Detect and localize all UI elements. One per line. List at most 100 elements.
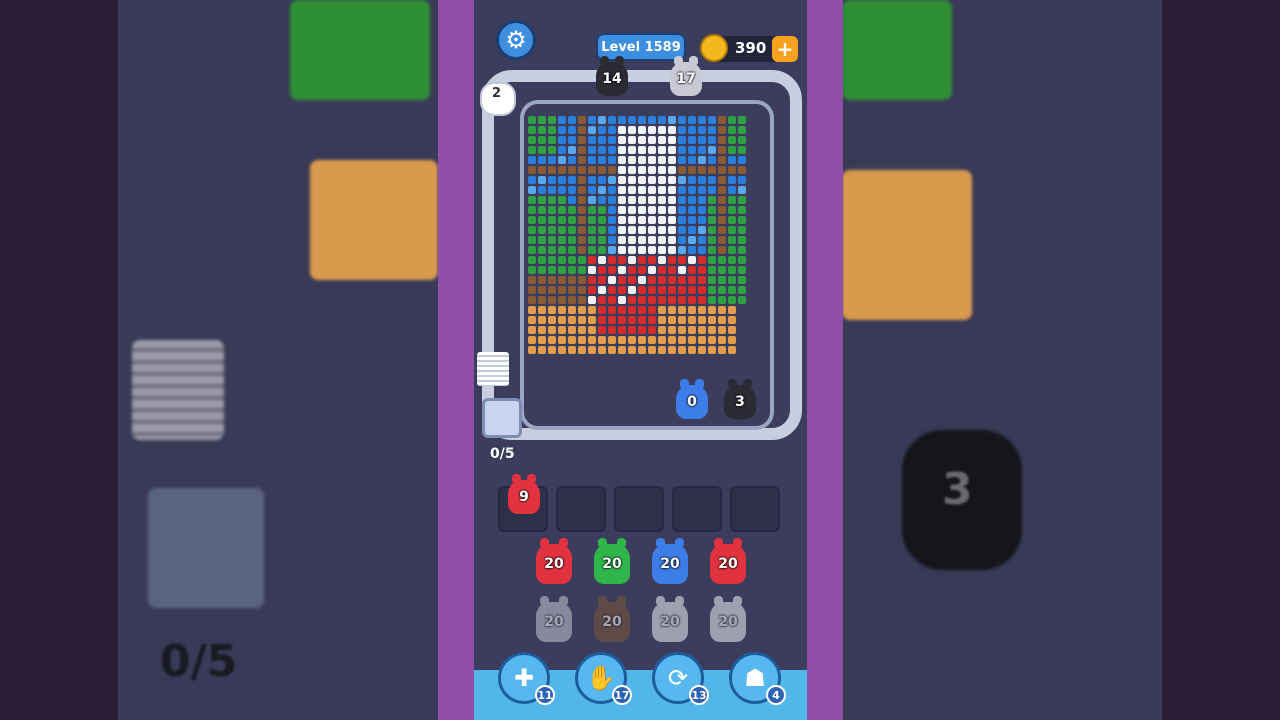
pixel-cell — [568, 286, 576, 294]
creature-count: 9 — [519, 489, 529, 505]
pixel-cell — [698, 186, 706, 194]
pixel-cell — [588, 176, 596, 184]
gear-icon: ⚙ — [505, 26, 527, 54]
pixel-cell — [678, 236, 686, 244]
pixel-cell — [538, 296, 546, 304]
pixel-cell — [548, 296, 556, 304]
pixel-cell — [628, 166, 636, 174]
holding-slot[interactable] — [614, 486, 664, 532]
holding-slot[interactable] — [730, 486, 780, 532]
grab-button[interactable]: ✋ 17 — [575, 652, 632, 705]
pixel-cell — [708, 246, 716, 254]
pixel-cell — [708, 326, 716, 334]
track-creature[interactable]: 3 — [724, 379, 756, 419]
queue-creature-locked: 20 — [652, 596, 688, 642]
pixel-cell — [668, 346, 676, 354]
pixel-cell — [648, 306, 656, 314]
add-slot-button[interactable]: ✚ 11 — [498, 652, 555, 705]
pixel-cell — [738, 196, 746, 204]
pixel-cell — [598, 116, 606, 124]
pixel-cell — [698, 196, 706, 204]
slot-creature[interactable]: 9 — [508, 474, 540, 514]
level-badge: Level 1589 — [596, 33, 686, 61]
queue-creature[interactable]: 20 — [536, 538, 572, 584]
queue-creature[interactable]: 20 — [594, 538, 630, 584]
creature-count: 20 — [660, 556, 680, 572]
pixel-cell — [708, 346, 716, 354]
pixel-cell — [708, 176, 716, 184]
pixel-cell — [668, 336, 676, 344]
pixel-cell — [658, 236, 666, 244]
pixel-cell — [598, 156, 606, 164]
pixel-cell — [598, 276, 606, 284]
pixel-cell — [638, 146, 646, 154]
pixel-cell — [688, 316, 696, 324]
pixel-cell — [588, 196, 596, 204]
coin-counter: 390 + — [700, 34, 798, 62]
pixel-cell — [658, 256, 666, 264]
pixel-cell — [598, 196, 606, 204]
pixel-cell — [598, 266, 606, 274]
pixel-cell — [558, 296, 566, 304]
pixel-cell — [688, 156, 696, 164]
pixel-cell — [558, 276, 566, 284]
pixel-cell — [568, 136, 576, 144]
pixel-cell — [668, 196, 676, 204]
pixel-cell — [698, 116, 706, 124]
pixel-cell — [708, 306, 716, 314]
pixel-cell — [718, 336, 726, 344]
pixel-cell — [618, 146, 626, 154]
pixel-cell — [658, 246, 666, 254]
pixel-cell — [538, 246, 546, 254]
pixel-cell — [678, 306, 686, 314]
pixel-cell — [628, 156, 636, 164]
pixel-cell — [538, 146, 546, 154]
pixel-cell — [668, 256, 676, 264]
pixel-cell — [618, 116, 626, 124]
creature-dispenser[interactable] — [482, 398, 522, 438]
creature-powerup-button[interactable]: ☗ 4 — [729, 652, 786, 705]
pixel-cell — [608, 236, 616, 244]
pixel-cell — [608, 246, 616, 254]
pixel-cell — [728, 256, 736, 264]
pixel-cell — [688, 296, 696, 304]
pixel-cell — [588, 246, 596, 254]
buy-coins-button[interactable]: + — [772, 36, 798, 62]
track-creature[interactable]: 14 — [596, 56, 628, 96]
pixel-cell — [678, 276, 686, 284]
pixel-cell — [648, 286, 656, 294]
pixel-cell — [698, 176, 706, 184]
pixel-cell — [528, 236, 536, 244]
pixel-cell — [618, 296, 626, 304]
pixel-cell — [618, 276, 626, 284]
pixel-cell — [658, 216, 666, 224]
pixel-cell — [618, 346, 626, 354]
track-creature[interactable]: 0 — [676, 379, 708, 419]
holding-slot[interactable]: 9 — [498, 474, 548, 532]
pixel-cell — [618, 226, 626, 234]
pixel-cell — [578, 116, 586, 124]
queue-creature[interactable]: 20 — [652, 538, 688, 584]
holding-slot[interactable] — [672, 486, 722, 532]
pixel-cell — [628, 336, 636, 344]
settings-button[interactable]: ⚙ — [496, 20, 536, 60]
pixel-cell — [568, 196, 576, 204]
pixel-cell — [618, 186, 626, 194]
pixel-cell — [728, 226, 736, 234]
pixel-cell — [578, 246, 586, 254]
pixel-cell — [598, 216, 606, 224]
pixel-cell — [528, 296, 536, 304]
track-creature[interactable]: 17 — [670, 56, 702, 96]
pixel-cell — [588, 206, 596, 214]
holding-slot[interactable] — [556, 486, 606, 532]
pixel-cell — [618, 136, 626, 144]
shuffle-button[interactable]: ⟳ 13 — [652, 652, 709, 705]
pixel-cell — [638, 216, 646, 224]
pixel-cell — [688, 256, 696, 264]
pixel-cell — [718, 346, 726, 354]
pixel-cell — [678, 316, 686, 324]
pixel-cell — [558, 306, 566, 314]
pixel-cell — [558, 216, 566, 224]
queue-creature[interactable]: 20 — [710, 538, 746, 584]
pixel-cell — [548, 256, 556, 264]
